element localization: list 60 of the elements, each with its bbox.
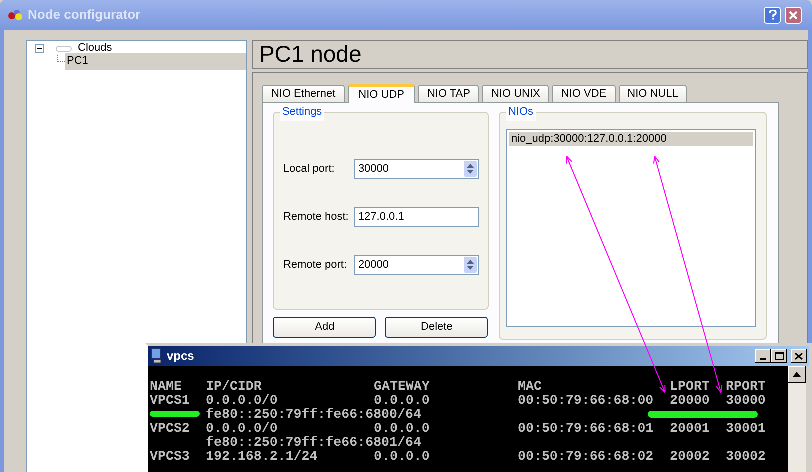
app-icon: [8, 9, 24, 21]
highlight-scribble: [150, 411, 200, 417]
spin-arrows-icon[interactable]: [464, 257, 478, 273]
field-label: Remote host:: [283, 210, 350, 225]
node-title: PC1 node: [259, 43, 362, 66]
terminal-text: 20001: [670, 421, 710, 436]
terminal-text: 0.0.0.0: [374, 393, 430, 408]
window-title: Node configurator: [28, 6, 141, 24]
tree-item[interactable]: PC1: [65, 53, 246, 70]
terminal-text: 192.168.2.1/24: [206, 449, 318, 464]
button[interactable]: Delete: [385, 317, 488, 338]
terminal-text: VPCS1: [150, 393, 190, 408]
field-label: Remote port:: [283, 258, 348, 273]
terminal-text: 0.0.0.0/0: [206, 393, 278, 408]
terminal-text: 00:50:79:66:68:00: [518, 393, 654, 408]
terminal-text: 30000: [726, 393, 766, 408]
help-icon[interactable]: [764, 6, 781, 24]
terminal-text: 0.0.0.0: [374, 449, 430, 464]
terminal-text: LPORT: [670, 379, 710, 394]
terminal-text: 30002: [726, 449, 766, 464]
tab[interactable]: NIO UDP: [348, 84, 416, 103]
scroll-up-icon[interactable]: [788, 366, 806, 383]
field-label: Local port:: [283, 162, 336, 177]
terminal-text: 0.0.0.0/0: [206, 421, 278, 436]
button[interactable]: Add: [273, 317, 376, 338]
terminal-text: NAME: [150, 379, 182, 394]
cloud-icon: [56, 46, 72, 52]
terminal-text: GATEWAY: [374, 379, 430, 394]
terminal-text: 20002: [670, 449, 710, 464]
tab[interactable]: NIO Ethernet: [262, 85, 345, 102]
expander-icon[interactable]: [35, 44, 44, 53]
list-item[interactable]: nio_udp:30000:127.0.0.1:20000: [509, 132, 754, 146]
terminal-text: VPCS3: [150, 449, 190, 464]
spin-arrows-icon[interactable]: [464, 161, 478, 177]
close-icon[interactable]: [791, 349, 807, 363]
tab[interactable]: NIO TAP: [418, 85, 480, 102]
scrollbar[interactable]: [788, 366, 806, 472]
tab[interactable]: NIO UNIX: [482, 85, 550, 102]
group-title: NIOs: [506, 104, 536, 120]
monitor-icon: [151, 348, 163, 364]
input-field[interactable]: 127.0.0.1: [354, 207, 480, 227]
group-title: Settings: [280, 104, 324, 120]
maximize-icon[interactable]: [771, 349, 787, 363]
terminal-text: 30001: [726, 421, 766, 436]
terminal-text: 20000: [670, 393, 710, 408]
terminal-text: IP/CIDR: [206, 379, 262, 394]
terminal-text: RPORT: [726, 379, 766, 394]
terminal-text: fe80::250:79ff:fe66:6800/64: [206, 407, 422, 422]
terminal-text: VPCS2: [150, 421, 190, 436]
minimize-icon[interactable]: [755, 349, 771, 363]
terminal-text: 00:50:79:66:68:01: [518, 421, 654, 436]
tab[interactable]: NIO NULL: [618, 85, 688, 102]
terminal-text: 00:50:79:66:68:02: [518, 449, 654, 464]
terminal-text: MAC: [518, 379, 542, 394]
terminal-text: 0.0.0.0: [374, 421, 430, 436]
terminal-title: vpcs: [167, 348, 194, 365]
terminal-text: fe80::250:79ff:fe66:6801/64: [206, 435, 422, 450]
spin-box[interactable]: 20000: [354, 255, 480, 275]
spin-box[interactable]: 30000: [354, 159, 480, 179]
tab[interactable]: NIO VDE: [552, 85, 616, 102]
